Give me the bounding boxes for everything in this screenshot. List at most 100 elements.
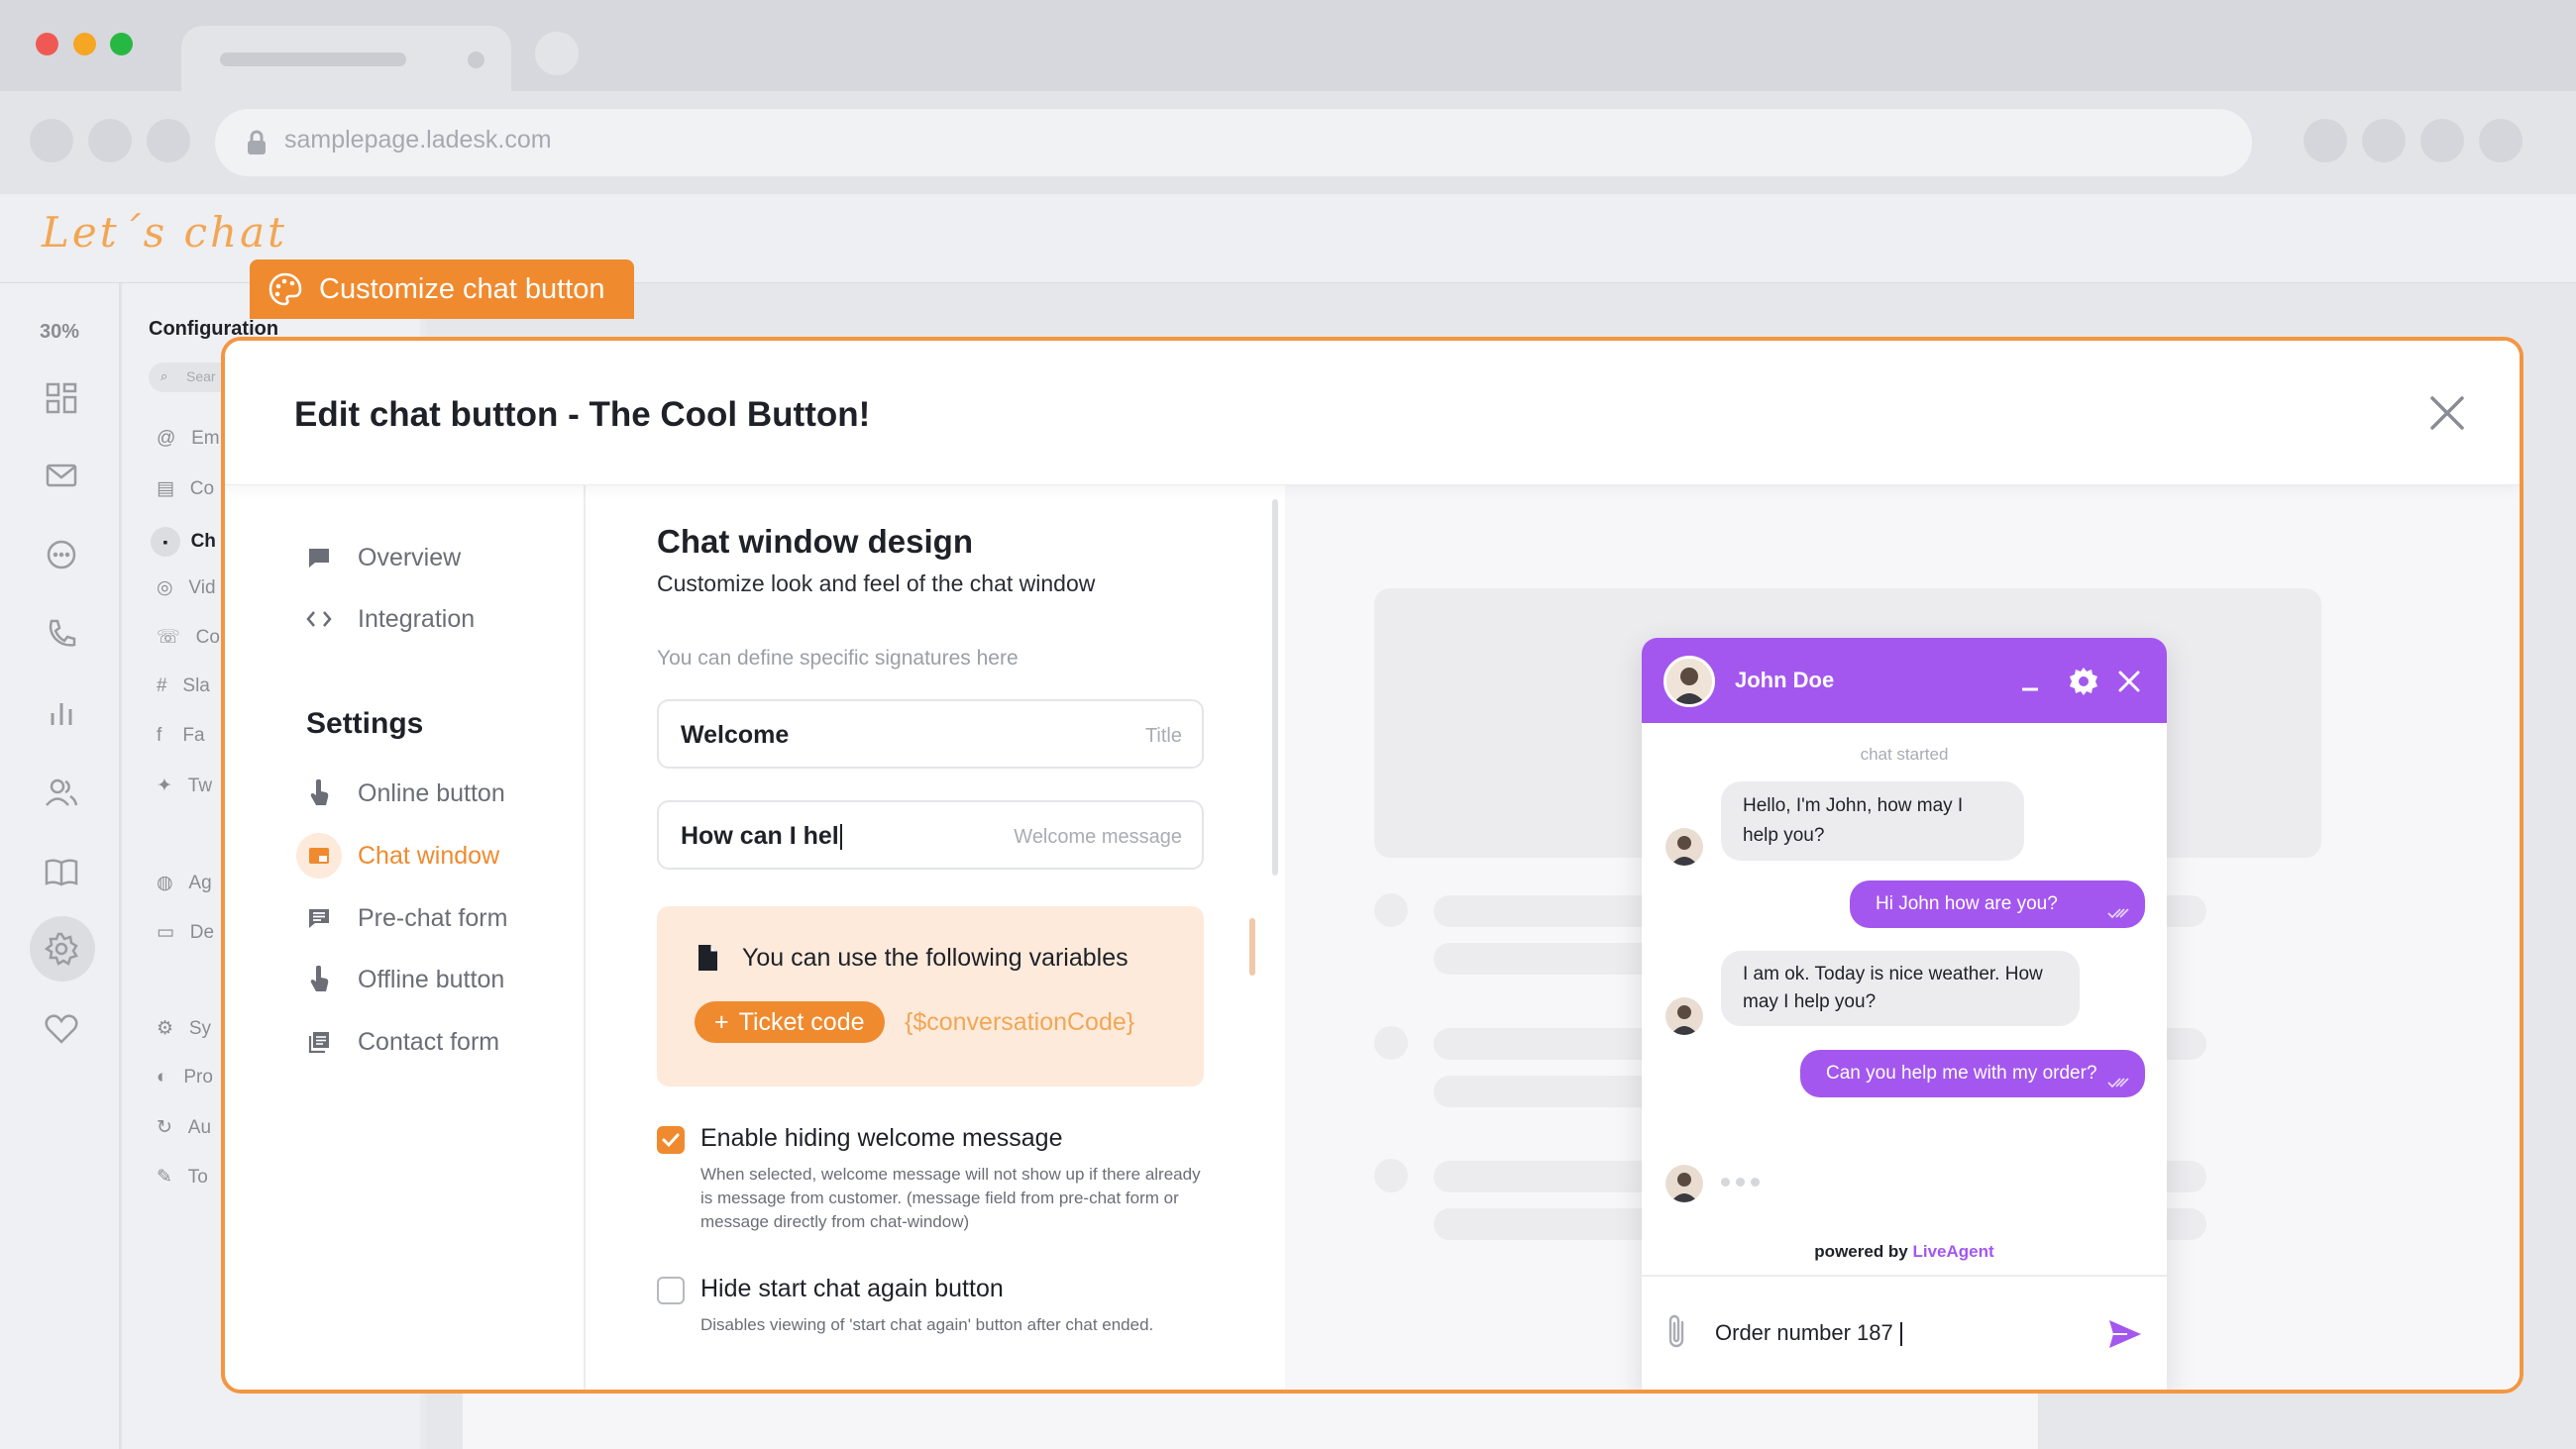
chat-header: John Doe <box>1642 638 2167 723</box>
read-ticks-icon <box>2107 1078 2129 1088</box>
variable-code[interactable]: {$conversationCode} <box>905 1008 1134 1037</box>
form-scrollbar[interactable] <box>1272 499 1278 876</box>
placeholder-dot <box>1374 1159 1408 1192</box>
ticket-code-label: Ticket code <box>738 1007 865 1036</box>
rail-percent: 30% <box>40 321 80 343</box>
mail-icon[interactable] <box>44 458 79 493</box>
config-item-contact[interactable]: ▤ Co <box>157 477 214 500</box>
title-field[interactable]: Welcome Title <box>657 699 1204 769</box>
config-item-automation[interactable]: ↻ Au <box>157 1116 211 1139</box>
close-icon[interactable] <box>2426 392 2468 434</box>
chat-message-input[interactable]: Order number 187 <box>1715 1320 1902 1347</box>
contacts-icon[interactable] <box>44 775 79 810</box>
config-item-facebook[interactable]: f Fa <box>157 725 205 747</box>
config-item-slack[interactable]: # Sla <box>157 675 210 697</box>
extension-button-4[interactable] <box>2479 119 2522 162</box>
reload-button[interactable] <box>147 119 190 162</box>
palette-icon <box>268 272 302 306</box>
nav-integration-label: Integration <box>358 604 476 633</box>
close-window-dot[interactable] <box>36 33 58 55</box>
form-icon <box>304 903 334 933</box>
knowledgebase-icon[interactable] <box>44 854 79 889</box>
minimize-icon[interactable] <box>2020 672 2040 691</box>
enable-hiding-checkbox[interactable] <box>657 1126 685 1154</box>
extension-button-1[interactable] <box>2304 119 2347 162</box>
attachment-icon[interactable] <box>1664 1312 1689 1350</box>
text-cursor <box>839 824 842 851</box>
extension-button-2[interactable] <box>2362 119 2406 162</box>
extension-button-3[interactable] <box>2420 119 2464 162</box>
tab-title-placeholder <box>220 52 406 66</box>
nav-overview-label: Overview <box>358 543 462 571</box>
nav-offline-button[interactable]: Offline button <box>304 965 504 994</box>
phone-icon[interactable] <box>44 616 79 652</box>
config-item-system[interactable]: ⚙ Sy <box>157 1017 211 1040</box>
checkmark-icon <box>662 1133 680 1148</box>
overview-icon <box>304 543 334 572</box>
send-icon[interactable] <box>2107 1318 2143 1350</box>
modal-side-nav: Overview Integration Settings Online but… <box>225 485 586 1390</box>
customize-chat-button-tag: Customize chat button <box>250 259 634 319</box>
modal-header: Edit chat button - The Cool Button! <box>225 341 2520 485</box>
welcome-message-label: Welcome message <box>1014 826 1182 848</box>
config-item-label: Sy <box>188 1018 212 1039</box>
config-item-label: Sla <box>182 675 210 696</box>
config-item-departments[interactable]: ▭ De <box>157 921 214 944</box>
config-item-call[interactable]: ☏ Co <box>157 626 220 649</box>
hand-pointer-icon <box>304 965 334 994</box>
title-field-label: Title <box>1144 725 1182 747</box>
agent-avatar <box>1665 828 1703 866</box>
visitor-message-text: Can you help me with my order? <box>1826 1063 2097 1084</box>
agent-name: John Doe <box>1735 668 1835 692</box>
config-item-email[interactable]: @ Em <box>157 428 220 450</box>
settings-icon[interactable] <box>44 931 79 967</box>
hide-restart-checkbox[interactable] <box>657 1277 685 1304</box>
heart-icon[interactable] <box>44 1011 79 1047</box>
form-title: Chat window design <box>657 523 973 560</box>
settings-heading: Settings <box>306 707 424 740</box>
variables-scrollbar[interactable] <box>1249 918 1255 976</box>
back-button[interactable] <box>30 119 73 162</box>
config-item-video[interactable]: ◎ Vid <box>157 576 216 599</box>
nav-online-button-label: Online button <box>358 778 505 807</box>
config-item-profile[interactable]: ◐ Pro <box>157 1067 213 1088</box>
nav-chat-window[interactable]: Chat window <box>296 833 499 879</box>
tab-close-icon[interactable] <box>468 52 484 68</box>
config-item-label: Vid <box>188 577 216 598</box>
chat-icon[interactable] <box>44 537 79 572</box>
powered-by-prefix: powered by <box>1814 1242 1908 1261</box>
ticket-code-variable-button[interactable]: + Ticket code <box>695 1001 885 1043</box>
chat-icon: ▪ <box>151 527 180 557</box>
config-item-label: Ag <box>188 873 212 893</box>
nav-prechat-form[interactable]: Pre-chat form <box>304 903 507 933</box>
reports-icon[interactable] <box>44 695 79 731</box>
dashboard-icon[interactable] <box>44 380 79 416</box>
nav-contact-form[interactable]: Contact form <box>304 1027 499 1057</box>
close-icon[interactable] <box>2117 670 2141 693</box>
nav-contact-form-label: Contact form <box>358 1027 500 1056</box>
form-subtitle: Customize look and feel of the chat wind… <box>657 570 1096 596</box>
enable-hiding-label: Enable hiding welcome message <box>700 1124 1063 1152</box>
maximize-window-dot[interactable] <box>110 33 133 55</box>
powered-by-brand[interactable]: LiveAgent <box>1913 1242 1994 1261</box>
agent-avatar <box>1665 1165 1703 1202</box>
new-tab-button[interactable] <box>535 32 579 75</box>
config-item-agents[interactable]: ◍ Ag <box>157 872 212 894</box>
config-item-chat[interactable]: ▪ Ch <box>151 527 216 557</box>
forward-button[interactable] <box>88 119 132 162</box>
nav-integration[interactable]: Integration <box>304 604 475 634</box>
url-text: samplepage.ladesk.com <box>284 126 552 154</box>
config-item-label: Co <box>189 478 215 499</box>
minimize-window-dot[interactable] <box>73 33 96 55</box>
nav-overview[interactable]: Overview <box>304 543 461 572</box>
text-cursor <box>1899 1322 1902 1347</box>
config-item-tools[interactable]: ✎ To <box>157 1166 208 1189</box>
gear-icon[interactable] <box>2068 666 2099 697</box>
config-item-label: De <box>189 922 215 943</box>
nav-online-button[interactable]: Online button <box>304 778 505 808</box>
plus-icon: + <box>714 1007 729 1036</box>
welcome-message-text: How can I hel <box>681 822 839 850</box>
config-item-label: Au <box>187 1117 212 1138</box>
config-item-twitter[interactable]: ✦ Tw <box>157 775 212 797</box>
welcome-message-field[interactable]: How can I hel Welcome message <box>657 800 1204 870</box>
